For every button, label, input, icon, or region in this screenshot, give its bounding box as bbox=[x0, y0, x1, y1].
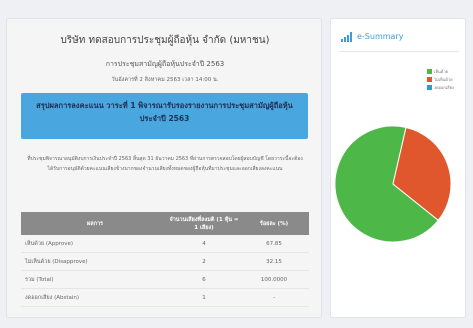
header-result: ผลการ bbox=[87, 220, 103, 227]
table-header: ผลการ จำนวนเสียงที่ลงมติ (1 หุ้น = 1 เสี… bbox=[21, 212, 309, 235]
row-label: เห็นด้วย (Approve) bbox=[25, 240, 74, 247]
meeting-date: วันอังคารที่ 2 สิงหาคม 2563 เวลา 14:00 น… bbox=[111, 77, 219, 83]
header-percent: ร้อยละ (%) bbox=[259, 220, 289, 227]
row-votes: 6 bbox=[202, 276, 206, 283]
table-row: รวม (Total) 6 100.0000 bbox=[21, 271, 309, 289]
vote-table: ผลการ จำนวนเสียงที่ลงมติ (1 หุ้น = 1 เสี… bbox=[21, 212, 309, 307]
e-summary-panel: e-Summary เห็นด้วย ไม่เห็นด้วย งดออกเสีย… bbox=[330, 18, 466, 318]
row-votes: 4 bbox=[202, 240, 206, 247]
table-row: ไม่เห็นด้วย (Disapprove) 2 32.15 bbox=[21, 253, 309, 271]
vote-pie-chart bbox=[334, 125, 452, 243]
company-title: บริษัท ทดสอบการประชุมผู้ถือหุ้น จำกัด (ม… bbox=[60, 35, 270, 46]
row-label: งดออกเสียง (Abstain) bbox=[25, 294, 80, 301]
row-label: รวม (Total) bbox=[25, 276, 54, 283]
row-percent: 32.15 bbox=[266, 258, 282, 265]
table-row: เห็นด้วย (Approve) 4 67.85 bbox=[21, 235, 309, 253]
row-percent: 67.85 bbox=[266, 240, 282, 247]
agenda-summary-banner: สรุปผลการลงคะแนน วาระที่ 1 พิจารณารับรอง… bbox=[21, 93, 308, 139]
meeting-subtitle: การประชุมสามัญผู้ถือหุ้นประจำปี 2563 bbox=[105, 60, 225, 68]
agenda-description: ที่ประชุมพิจารณาอนุมัติงบการเงินประจำปี … bbox=[27, 156, 303, 172]
row-votes: 1 bbox=[202, 294, 206, 301]
header-votes: จำนวนเสียงที่ลงมติ (1 หุ้น = 1 เสียง) bbox=[169, 216, 239, 231]
row-percent: - bbox=[273, 294, 275, 301]
row-label: ไม่เห็นด้วย (Disapprove) bbox=[25, 258, 88, 265]
row-percent: 100.0000 bbox=[260, 276, 288, 283]
table-row: งดออกเสียง (Abstain) 1 - bbox=[21, 289, 309, 307]
vote-result-panel: บริษัท ทดสอบการประชุมผู้ถือหุ้น จำกัด (ม… bbox=[6, 18, 322, 318]
row-votes: 2 bbox=[202, 258, 206, 265]
